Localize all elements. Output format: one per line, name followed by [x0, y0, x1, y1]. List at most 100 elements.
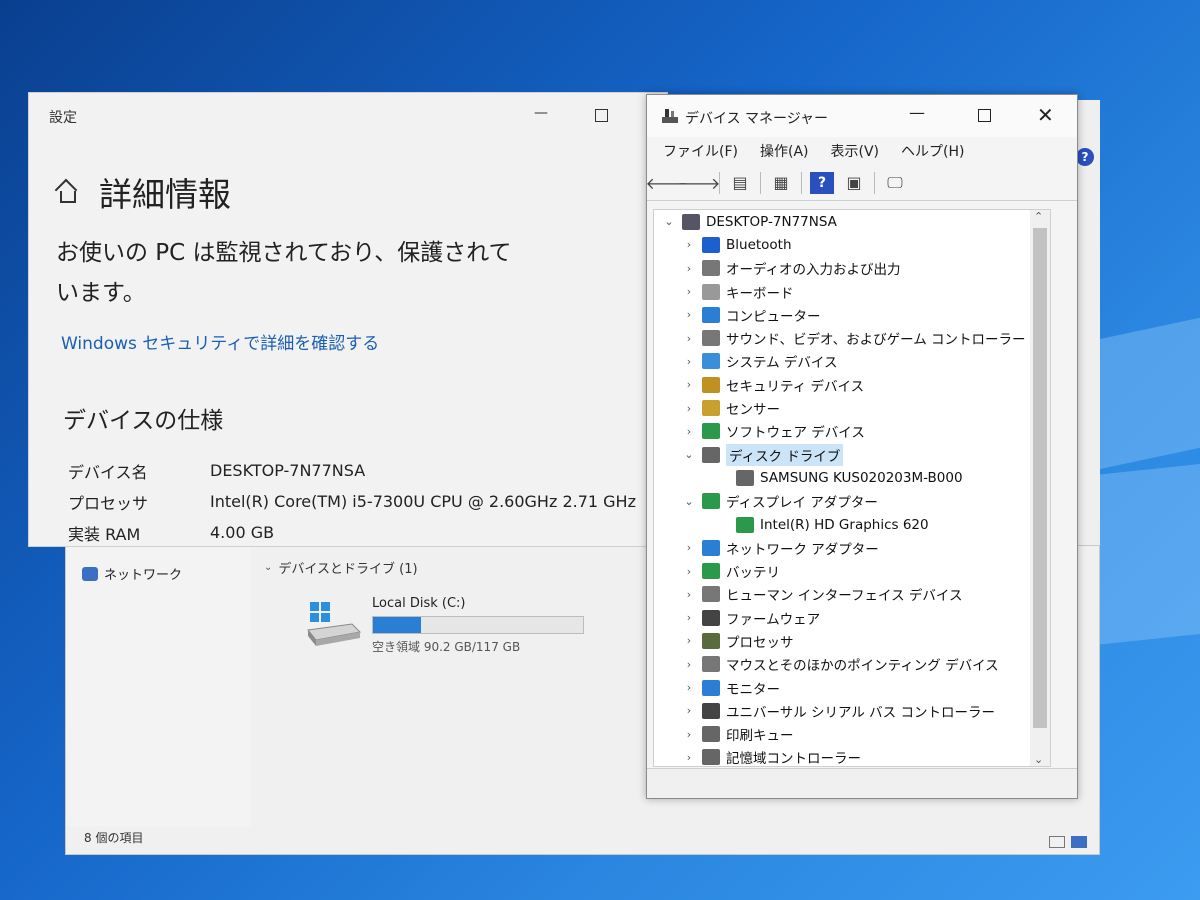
- tree-item[interactable]: › サウンド、ビデオ、およびゲーム コントローラー: [654, 326, 1050, 349]
- tree-item[interactable]: ⌄ DESKTOP-7N77NSA: [654, 210, 1050, 233]
- tree-item[interactable]: › Bluetooth: [654, 233, 1050, 256]
- chevron-right-icon[interactable]: ›: [682, 658, 696, 671]
- chevron-right-icon[interactable]: ›: [682, 588, 696, 601]
- monitor-icon: [702, 679, 720, 696]
- menu-bar: ファイル(F) 操作(A) 表示(V) ヘルプ(H): [647, 137, 1077, 165]
- network-icon: [702, 539, 720, 556]
- chevron-right-icon[interactable]: ›: [682, 285, 696, 298]
- hid-icon: [702, 586, 720, 603]
- chevron-right-icon[interactable]: ›: [682, 332, 696, 345]
- nav-item-label: ネットワーク: [104, 568, 183, 583]
- scrollbar-thumb[interactable]: [1033, 228, 1047, 728]
- maximize-button[interactable]: [978, 109, 991, 122]
- view-switcher: [1049, 836, 1087, 848]
- tree-item[interactable]: › マウスとそのほかのポインティング デバイス: [654, 653, 1050, 676]
- scan-hardware-icon[interactable]: 🖵: [883, 172, 907, 194]
- chevron-right-icon[interactable]: ›: [682, 262, 696, 275]
- tree-item-label: Intel(R) HD Graphics 620: [760, 516, 929, 533]
- chevron-right-icon[interactable]: ›: [682, 355, 696, 368]
- drive-label: Local Disk (C:): [372, 596, 466, 611]
- tree-item[interactable]: › バッテリ: [654, 559, 1050, 582]
- printer-icon: [702, 726, 720, 743]
- chevron-right-icon[interactable]: ›: [682, 728, 696, 741]
- tree-item[interactable]: SAMSUNG KUS020203M-B000: [654, 466, 1050, 489]
- chevron-down-icon[interactable]: ⌄: [682, 495, 696, 508]
- tree-item[interactable]: › 印刷キュー: [654, 723, 1050, 746]
- nav-item-network[interactable]: ネットワーク: [82, 564, 182, 583]
- tree-item-label: SAMSUNG KUS020203M-B000: [760, 469, 963, 486]
- tree-item-label: DESKTOP-7N77NSA: [706, 213, 837, 230]
- menu-view[interactable]: 表示(V): [831, 141, 880, 161]
- forward-arrow-icon[interactable]: 🡒: [678, 172, 721, 194]
- chevron-right-icon[interactable]: ›: [682, 611, 696, 624]
- system-icon: [702, 353, 720, 370]
- maximize-button[interactable]: [595, 109, 608, 122]
- device-manager-titlebar: デバイス マネージャー — ✕: [647, 95, 1077, 137]
- back-arrow-icon[interactable]: 🡐: [646, 172, 689, 194]
- tree-item[interactable]: › オーディオの入力および出力: [654, 257, 1050, 280]
- key-icon: [702, 376, 720, 393]
- drive-item-c[interactable]: Local Disk (C:) 空き領域 90.2 GB/117 GB: [306, 596, 606, 656]
- tree-item-label: ヒューマン インターフェイス デバイス: [726, 588, 963, 605]
- tree-item-label: ディスプレイ アダプター: [726, 495, 878, 512]
- details-view-icon[interactable]: [1049, 836, 1065, 848]
- help-icon[interactable]: ?: [810, 171, 834, 194]
- tree-item[interactable]: › ネットワーク アダプター: [654, 536, 1050, 559]
- chevron-right-icon[interactable]: ›: [682, 308, 696, 321]
- chevron-down-icon[interactable]: ⌄: [682, 448, 696, 461]
- help-icon[interactable]: ?: [1076, 148, 1094, 166]
- windows-security-link[interactable]: Windows セキュリティで詳細を確認する: [61, 329, 379, 354]
- menu-file[interactable]: ファイル(F): [663, 141, 738, 161]
- home-icon[interactable]: [55, 181, 77, 203]
- chevron-right-icon[interactable]: ›: [682, 704, 696, 717]
- network-icon: [82, 566, 98, 581]
- devices-drives-group-header[interactable]: ⌄ デバイスとドライブ (1): [264, 558, 418, 577]
- settings-window-title: 設定: [49, 110, 77, 126]
- minimize-button[interactable]: —: [534, 105, 548, 121]
- tree-item[interactable]: Intel(R) HD Graphics 620: [654, 513, 1050, 536]
- chevron-right-icon[interactable]: ›: [682, 541, 696, 554]
- chevron-right-icon[interactable]: ›: [682, 681, 696, 694]
- tree-item[interactable]: › コンピューター: [654, 303, 1050, 326]
- spec-value: DESKTOP-7N77NSA: [210, 461, 366, 480]
- tree-item[interactable]: › ヒューマン インターフェイス デバイス: [654, 583, 1050, 606]
- vertical-scrollbar[interactable]: ⌃ ⌄: [1030, 210, 1050, 766]
- tree-item[interactable]: › 記憶域コントローラー: [654, 746, 1050, 766]
- chevron-right-icon[interactable]: ›: [682, 751, 696, 764]
- keyboard-icon: [702, 283, 720, 300]
- tree-item[interactable]: › ソフトウェア デバイス: [654, 420, 1050, 443]
- tree-item[interactable]: ⌄ ディスプレイ アダプター: [654, 490, 1050, 513]
- minimize-button[interactable]: —: [909, 103, 925, 122]
- properties-icon[interactable]: ▦: [769, 172, 793, 194]
- tree-item[interactable]: › ファームウェア: [654, 606, 1050, 629]
- software-icon: [702, 423, 720, 440]
- device-specs-heading: デバイスの仕様: [63, 408, 224, 434]
- scroll-down-icon[interactable]: ⌄: [1034, 753, 1043, 766]
- tree-item[interactable]: › セキュリティ デバイス: [654, 373, 1050, 396]
- tree-item[interactable]: › キーボード: [654, 280, 1050, 303]
- show-hide-tree-icon[interactable]: ▤: [728, 172, 752, 194]
- tree-item[interactable]: › システム デバイス: [654, 350, 1050, 373]
- tree-item[interactable]: › センサー: [654, 396, 1050, 419]
- chevron-right-icon[interactable]: ›: [682, 238, 696, 251]
- chevron-right-icon[interactable]: ›: [682, 402, 696, 415]
- spec-row: 実装 RAM 4.00 GB: [68, 517, 636, 548]
- tree-item[interactable]: › プロセッサ: [654, 629, 1050, 652]
- menu-action[interactable]: 操作(A): [760, 141, 809, 161]
- tree-item[interactable]: › ユニバーサル シリアル バス コントローラー: [654, 699, 1050, 722]
- chevron-right-icon[interactable]: ›: [682, 425, 696, 438]
- close-button[interactable]: ✕: [1037, 103, 1054, 127]
- tree-item-label: ソフトウェア デバイス: [726, 425, 865, 442]
- scroll-up-icon[interactable]: ⌃: [1034, 210, 1043, 223]
- chevron-right-icon[interactable]: ›: [682, 565, 696, 578]
- view-panel-icon[interactable]: ▣: [842, 172, 866, 194]
- chevron-down-icon[interactable]: ⌄: [662, 215, 676, 228]
- chevron-right-icon[interactable]: ›: [682, 378, 696, 391]
- device-tree-rows: ⌄ DESKTOP-7N77NSA › Bluetooth › オーディオの入力および出力…: [654, 210, 1050, 766]
- chevron-right-icon[interactable]: ›: [682, 634, 696, 647]
- large-icons-view-icon[interactable]: [1071, 836, 1087, 848]
- tree-item[interactable]: › モニター: [654, 676, 1050, 699]
- bluetooth-icon: [702, 236, 720, 253]
- menu-help[interactable]: ヘルプ(H): [901, 141, 964, 161]
- tree-item[interactable]: ⌄ ディスク ドライブ: [654, 443, 1050, 466]
